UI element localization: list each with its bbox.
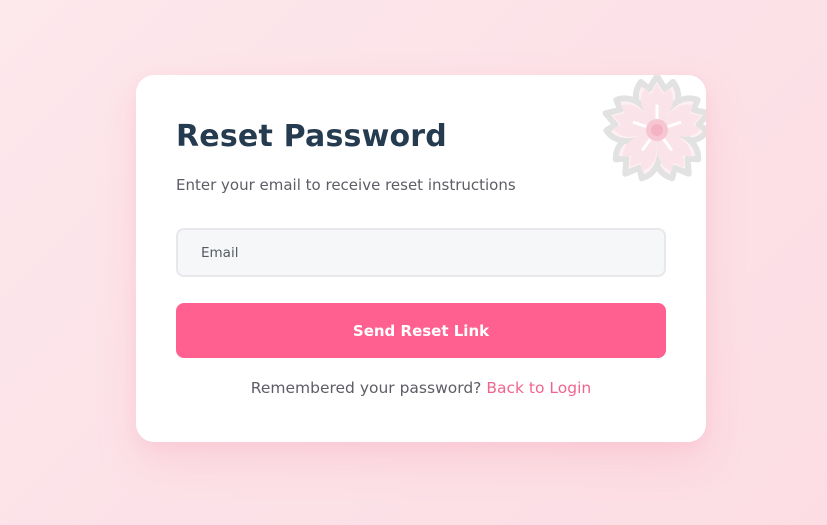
login-prompt-text: Remembered your password? bbox=[250, 379, 482, 397]
login-prompt: Remembered your password? Back to Login bbox=[136, 379, 706, 397]
back-to-login-link[interactable]: Back to Login bbox=[486, 379, 591, 397]
page-subtitle: Enter your email to receive reset instru… bbox=[176, 176, 516, 194]
reset-password-card: Reset Password Enter your email to recei… bbox=[136, 75, 706, 442]
page-title: Reset Password bbox=[176, 119, 447, 154]
send-reset-link-button[interactable]: Send Reset Link bbox=[176, 303, 666, 358]
email-field[interactable] bbox=[176, 228, 666, 277]
cherry-blossom-icon bbox=[592, 75, 706, 195]
